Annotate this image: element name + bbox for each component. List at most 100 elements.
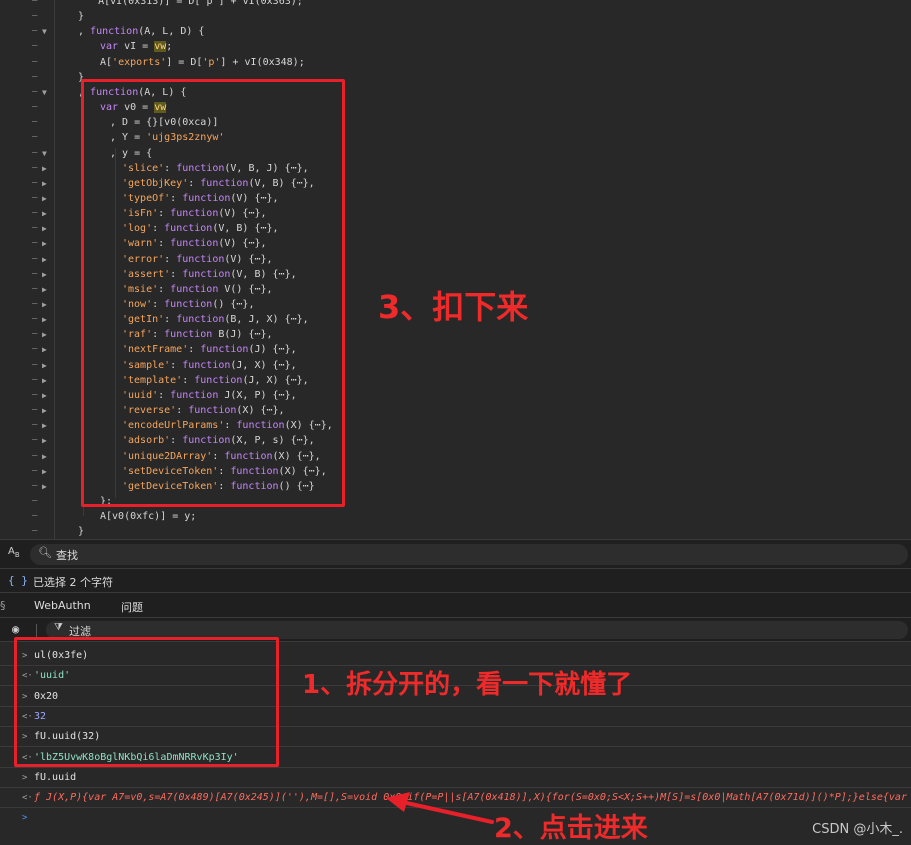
console-text: ul(0x3fe) xyxy=(34,650,89,661)
fold-collapsed-icon[interactable]: ▶ xyxy=(42,449,47,464)
fold-expanded-icon[interactable]: ▼ xyxy=(42,146,47,161)
eye-icon[interactable]: ◉ xyxy=(12,622,19,636)
code-text: 'setDeviceToken': function(X) {⋯}, xyxy=(122,464,327,479)
code-token: (V) {⋯}, xyxy=(218,238,267,250)
code-token: vw xyxy=(154,41,167,53)
code-token: } xyxy=(78,71,85,83)
fold-collapsed-icon[interactable]: ▶ xyxy=(42,267,47,282)
code-token: 'raf' xyxy=(122,329,153,341)
code-line: – var v0 = vw xyxy=(0,100,911,115)
fold-collapsed-icon[interactable]: ▶ xyxy=(42,358,47,373)
line-marker: – xyxy=(32,253,38,264)
match-case-icon[interactable]: AB xyxy=(8,546,20,559)
code-token: : xyxy=(158,238,171,250)
code-line: – ▶ 'getObjKey': function(V, B) {⋯}, xyxy=(0,176,911,191)
code-token: 'uuid' xyxy=(122,389,159,401)
fold-collapsed-icon[interactable]: ▶ xyxy=(42,312,47,327)
watermark: CSDN @小木_. xyxy=(812,822,903,837)
code-token: (X, P, s) {⋯}, xyxy=(230,435,315,447)
fold-collapsed-icon[interactable]: ▶ xyxy=(42,403,47,418)
code-text: var v0 = vw xyxy=(100,100,167,115)
console-text: 'uuid' xyxy=(34,670,71,682)
fold-collapsed-icon[interactable]: ▶ xyxy=(42,176,47,191)
fold-collapsed-icon[interactable]: ▶ xyxy=(42,464,47,479)
fold-collapsed-icon[interactable]: ▶ xyxy=(42,433,47,448)
code-token: function xyxy=(170,389,219,401)
code-token: } xyxy=(78,11,85,23)
code-text: 'now': function() {⋯}, xyxy=(122,297,254,312)
code-text: A[v0(0xfc)] = y; xyxy=(100,509,196,524)
code-editor[interactable]: – A[vI(0x313)] = D['p'] + vI(0x363); –} – ▼… xyxy=(0,0,911,539)
line-marker: – xyxy=(32,56,38,67)
line-marker: – xyxy=(32,299,38,309)
code-token: (A, L) { xyxy=(138,86,187,98)
fold-collapsed-icon[interactable]: ▶ xyxy=(42,161,47,176)
selection-status: 已选择 2 个字符 xyxy=(33,576,113,589)
console-text: 32 xyxy=(34,710,47,722)
code-token: 'getIn' xyxy=(122,314,165,326)
fold-collapsed-icon[interactable]: ▶ xyxy=(42,373,47,388)
code-token: function xyxy=(90,86,139,98)
code-token: J(X, P) {⋯}, xyxy=(218,389,297,401)
fold-expanded-icon[interactable]: ▼ xyxy=(42,85,47,100)
code-line: – ▶ 'reverse': function(X) {⋯}, xyxy=(0,403,911,418)
code-text: A['exports'] = D['p'] + vI(0x348); xyxy=(100,55,305,70)
filter-input[interactable] xyxy=(46,621,908,639)
fold-collapsed-icon[interactable]: ▶ xyxy=(42,236,47,251)
code-token: function xyxy=(230,480,279,492)
code-line: – ▶ 'isFn': function(V) {⋯}, xyxy=(0,206,911,221)
code-token: 'warn' xyxy=(122,238,159,250)
tab-partial[interactable]: § xyxy=(0,599,6,612)
code-token: function xyxy=(90,26,139,38)
code-text: 'uuid': function J(X, P) {⋯}, xyxy=(122,388,297,403)
fold-collapsed-icon[interactable]: ▶ xyxy=(42,479,47,494)
console-text: fU.uuid xyxy=(34,771,77,783)
fold-collapsed-icon[interactable]: ▶ xyxy=(42,206,47,221)
code-token: , xyxy=(78,86,91,98)
fold-collapsed-icon[interactable]: ▶ xyxy=(42,418,47,433)
code-token: 'ujg3ps2znyw' xyxy=(146,132,225,144)
code-token: : xyxy=(164,314,177,326)
fold-collapsed-icon[interactable]: ▶ xyxy=(42,252,47,267)
code-token: : xyxy=(176,405,189,417)
annotation-step3: 3、扣下来 xyxy=(378,288,529,326)
fold-collapsed-icon[interactable]: ▶ xyxy=(42,327,47,342)
code-token: function xyxy=(188,405,237,417)
fold-collapsed-icon[interactable]: ▶ xyxy=(42,342,47,357)
code-token: (V, B) {⋯}, xyxy=(212,223,279,235)
toolbar-divider xyxy=(36,624,37,637)
console-output-row: <· 32 xyxy=(0,707,911,727)
fold-collapsed-icon[interactable]: ▶ xyxy=(42,282,47,297)
code-token: function xyxy=(224,450,273,462)
code-line: – A['exports'] = D['p'] + vI(0x348); xyxy=(0,55,911,70)
fold-collapsed-icon[interactable]: ▶ xyxy=(42,221,47,236)
code-token: : xyxy=(218,465,231,477)
line-marker: – xyxy=(32,420,38,431)
line-marker: – xyxy=(32,465,38,476)
code-token: (B, J, X) {⋯}, xyxy=(224,314,309,326)
fold-expanded-icon[interactable]: ▼ xyxy=(42,24,47,39)
code-token: function xyxy=(164,329,213,341)
code-token: : xyxy=(152,223,165,235)
pretty-print-icon[interactable]: { } xyxy=(8,574,28,587)
code-token: 'encodeUrlParams' xyxy=(122,420,225,432)
code-token: : xyxy=(170,268,183,280)
line-marker: – xyxy=(32,223,38,234)
code-line: –} xyxy=(0,9,911,24)
fold-collapsed-icon[interactable]: ▶ xyxy=(42,388,47,403)
search-input[interactable] xyxy=(30,544,908,565)
fold-collapsed-icon[interactable]: ▶ xyxy=(42,297,47,312)
code-line: – var vI = vw; xyxy=(0,39,911,54)
code-line: – ▶ 'log': function(V, B) {⋯}, xyxy=(0,221,911,236)
code-text: 'encodeUrlParams': function(X) {⋯}, xyxy=(122,418,333,433)
prompt-icon: > xyxy=(22,732,28,743)
tab-webauthn[interactable]: WebAuthn xyxy=(34,599,91,612)
tab-issues[interactable]: 问题 xyxy=(121,599,143,615)
code-token: 'template' xyxy=(122,374,183,386)
code-token: 'adsorb' xyxy=(122,435,171,447)
code-token: V() {⋯}, xyxy=(218,283,273,295)
line-marker: – xyxy=(32,526,38,537)
fold-collapsed-icon[interactable]: ▶ xyxy=(42,191,47,206)
code-line: –} xyxy=(0,70,911,85)
prompt-icon: > xyxy=(22,772,28,783)
